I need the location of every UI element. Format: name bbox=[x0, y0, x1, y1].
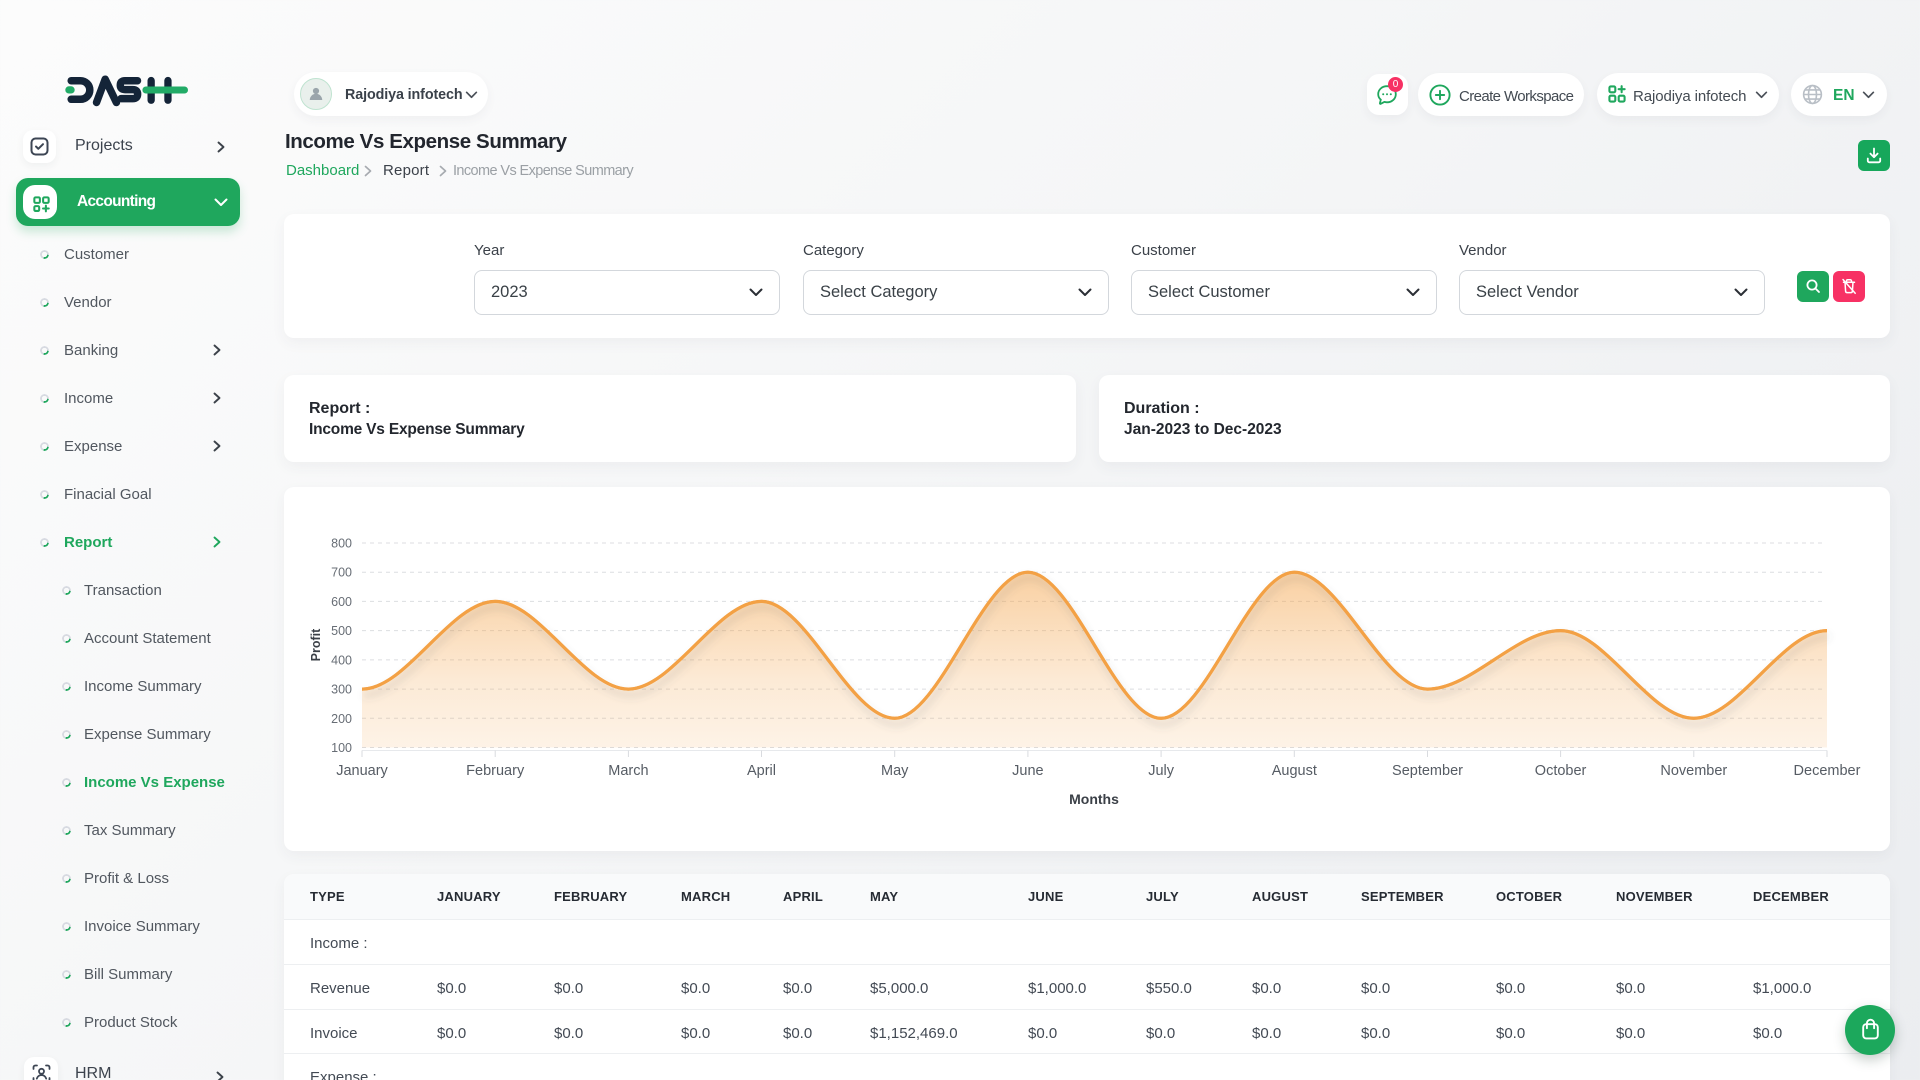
svg-text:700: 700 bbox=[331, 566, 352, 580]
svg-text:Months: Months bbox=[1069, 791, 1119, 807]
svg-text:800: 800 bbox=[331, 537, 352, 551]
svg-text:June: June bbox=[1012, 763, 1043, 779]
svg-text:100: 100 bbox=[331, 741, 352, 755]
svg-text:Profit: Profit bbox=[309, 628, 323, 661]
svg-text:October: October bbox=[1535, 763, 1587, 779]
svg-text:500: 500 bbox=[331, 624, 352, 638]
svg-text:July: July bbox=[1148, 763, 1175, 779]
svg-text:400: 400 bbox=[331, 653, 352, 667]
svg-text:February: February bbox=[466, 763, 525, 779]
svg-text:March: March bbox=[608, 763, 648, 779]
svg-text:January: January bbox=[336, 763, 388, 779]
svg-text:600: 600 bbox=[331, 595, 352, 609]
svg-text:August: August bbox=[1272, 763, 1317, 779]
svg-text:December: December bbox=[1794, 763, 1861, 779]
svg-text:September: September bbox=[1392, 763, 1463, 779]
svg-text:April: April bbox=[747, 763, 776, 779]
svg-text:300: 300 bbox=[331, 683, 352, 697]
svg-text:200: 200 bbox=[331, 712, 352, 726]
svg-text:May: May bbox=[881, 763, 909, 779]
svg-text:November: November bbox=[1660, 763, 1727, 779]
